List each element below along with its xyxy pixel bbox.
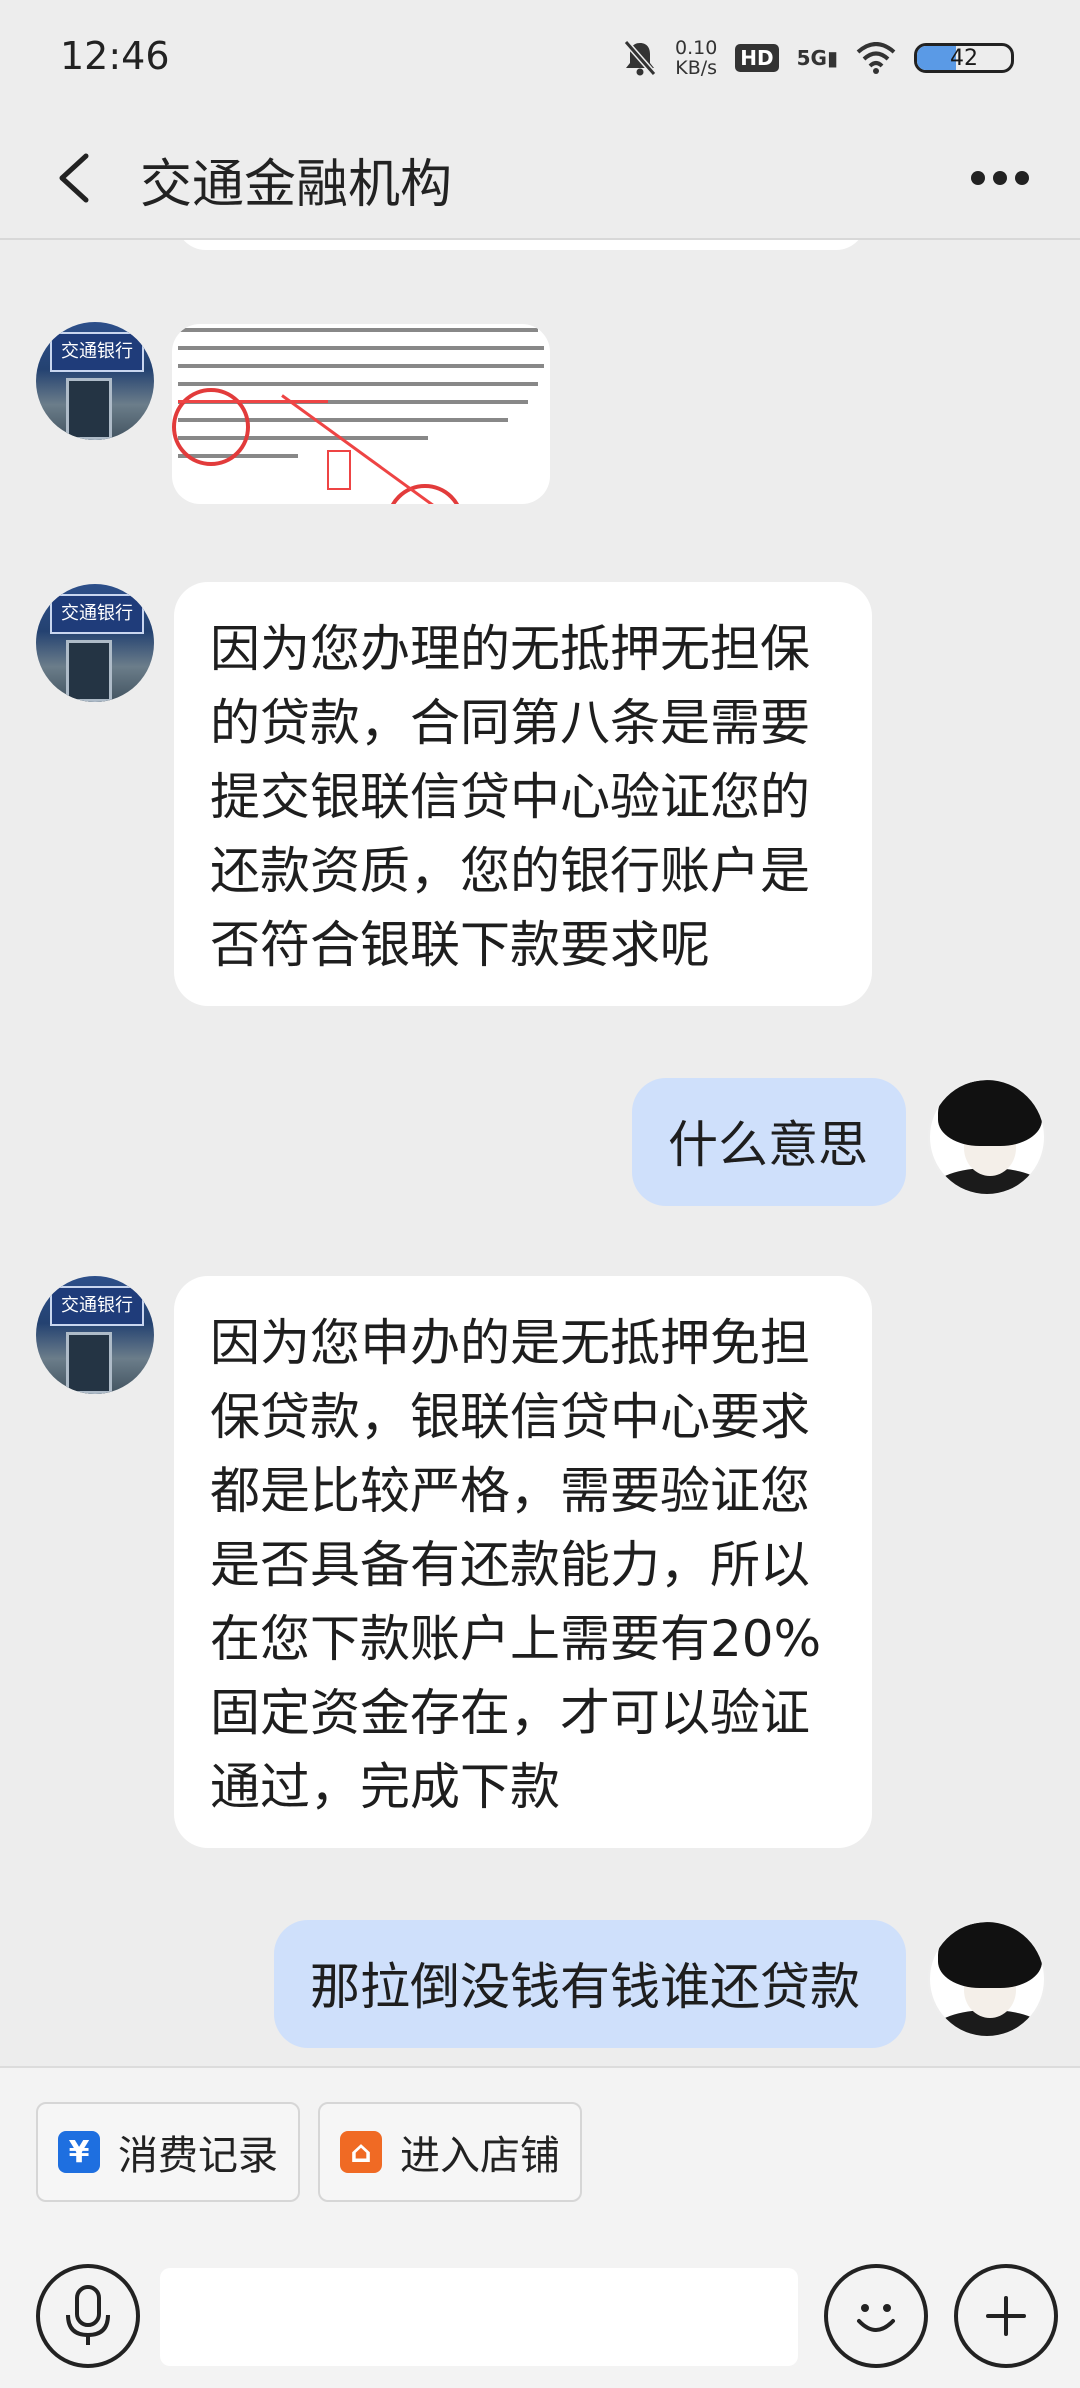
bank-door: [66, 640, 112, 702]
message-bubble-incoming[interactable]: 因为您办理的无抵押无担保的贷款，合同第八条是需要提交银联信贷中心验证您的还款资质…: [174, 582, 872, 1006]
more-dot-icon: [971, 171, 985, 185]
chat-header: 交通金融机构: [0, 118, 1080, 240]
bank-sign: 交通银行: [50, 1286, 144, 1326]
add-button[interactable]: [954, 2264, 1058, 2368]
back-button[interactable]: [48, 138, 108, 218]
bank-door: [66, 378, 112, 440]
message-bubble-incoming[interactable]: 因为您申办的是无抵押免担保贷款，银联信贷中心要求都是比较严格，需要验证您是否具备…: [174, 1276, 872, 1848]
net-speed: 0.10 KB/s: [675, 38, 717, 78]
avatar-hair: [938, 1080, 1042, 1146]
battery-level: 42: [950, 45, 978, 71]
chat-area[interactable]: 交通银行 交通银行 因为您办理的无抵押无担保的贷款，合同第八条是需要提交银联信贷…: [0, 240, 1080, 2066]
chevron-left-icon: [59, 153, 89, 203]
avatar-hair: [938, 1922, 1042, 1988]
voice-button[interactable]: [36, 2264, 140, 2368]
page-title: 交通金融机构: [140, 155, 453, 215]
previous-message-bubble: [176, 240, 866, 250]
status-time: 12:46: [60, 34, 170, 78]
net-speed-unit: KB/s: [675, 57, 718, 79]
enter-shop-label: 进入店铺: [400, 2133, 560, 2179]
hd-icon: HD: [735, 44, 779, 72]
message-bubble-outgoing[interactable]: 什么意思: [632, 1078, 906, 1206]
more-dot-icon: [1015, 171, 1029, 185]
wifi-icon: [856, 42, 896, 74]
bank-door: [66, 1332, 112, 1394]
bank-avatar[interactable]: 交通银行: [36, 322, 154, 440]
shop-icon: ⌂: [340, 2131, 382, 2173]
status-bar: 12:46 0.10 KB/s HD 5G▮ 42: [0, 0, 1080, 118]
battery-icon: 42: [914, 43, 1014, 73]
status-icons: 0.10 KB/s HD 5G▮ 42: [623, 36, 1014, 80]
plus-icon: [986, 2296, 1026, 2336]
input-panel: ¥ 消费记录 ⌂ 进入店铺: [0, 2066, 1080, 2388]
microphone-icon: [66, 2285, 110, 2345]
more-options-button[interactable]: [960, 148, 1040, 208]
message-bubble-outgoing[interactable]: 那拉倒没钱有钱谁还贷款: [274, 1920, 906, 2048]
message-input[interactable]: [160, 2268, 798, 2366]
bank-sign: 交通银行: [50, 332, 144, 372]
net-speed-value: 0.10: [674, 37, 718, 59]
signal-label: 5G: [796, 46, 827, 70]
signal-icon: 5G▮: [796, 46, 838, 70]
enter-shop-button[interactable]: ⌂ 进入店铺: [318, 2102, 582, 2202]
bank-avatar[interactable]: 交通银行: [36, 1276, 154, 1394]
bank-avatar[interactable]: 交通银行: [36, 584, 154, 702]
purchase-records-label: 消费记录: [118, 2133, 278, 2179]
emoji-button[interactable]: [824, 2264, 928, 2368]
yen-icon: ¥: [58, 2131, 100, 2173]
bank-sign: 交通银行: [50, 594, 144, 634]
more-dot-icon: [993, 171, 1007, 185]
contract-image[interactable]: [172, 324, 550, 504]
mute-bell-icon: [623, 40, 657, 76]
smiley-icon: [857, 2304, 895, 2332]
purchase-records-button[interactable]: ¥ 消费记录: [36, 2102, 300, 2202]
user-avatar[interactable]: [928, 1920, 1046, 2038]
user-avatar[interactable]: [928, 1078, 1046, 1196]
